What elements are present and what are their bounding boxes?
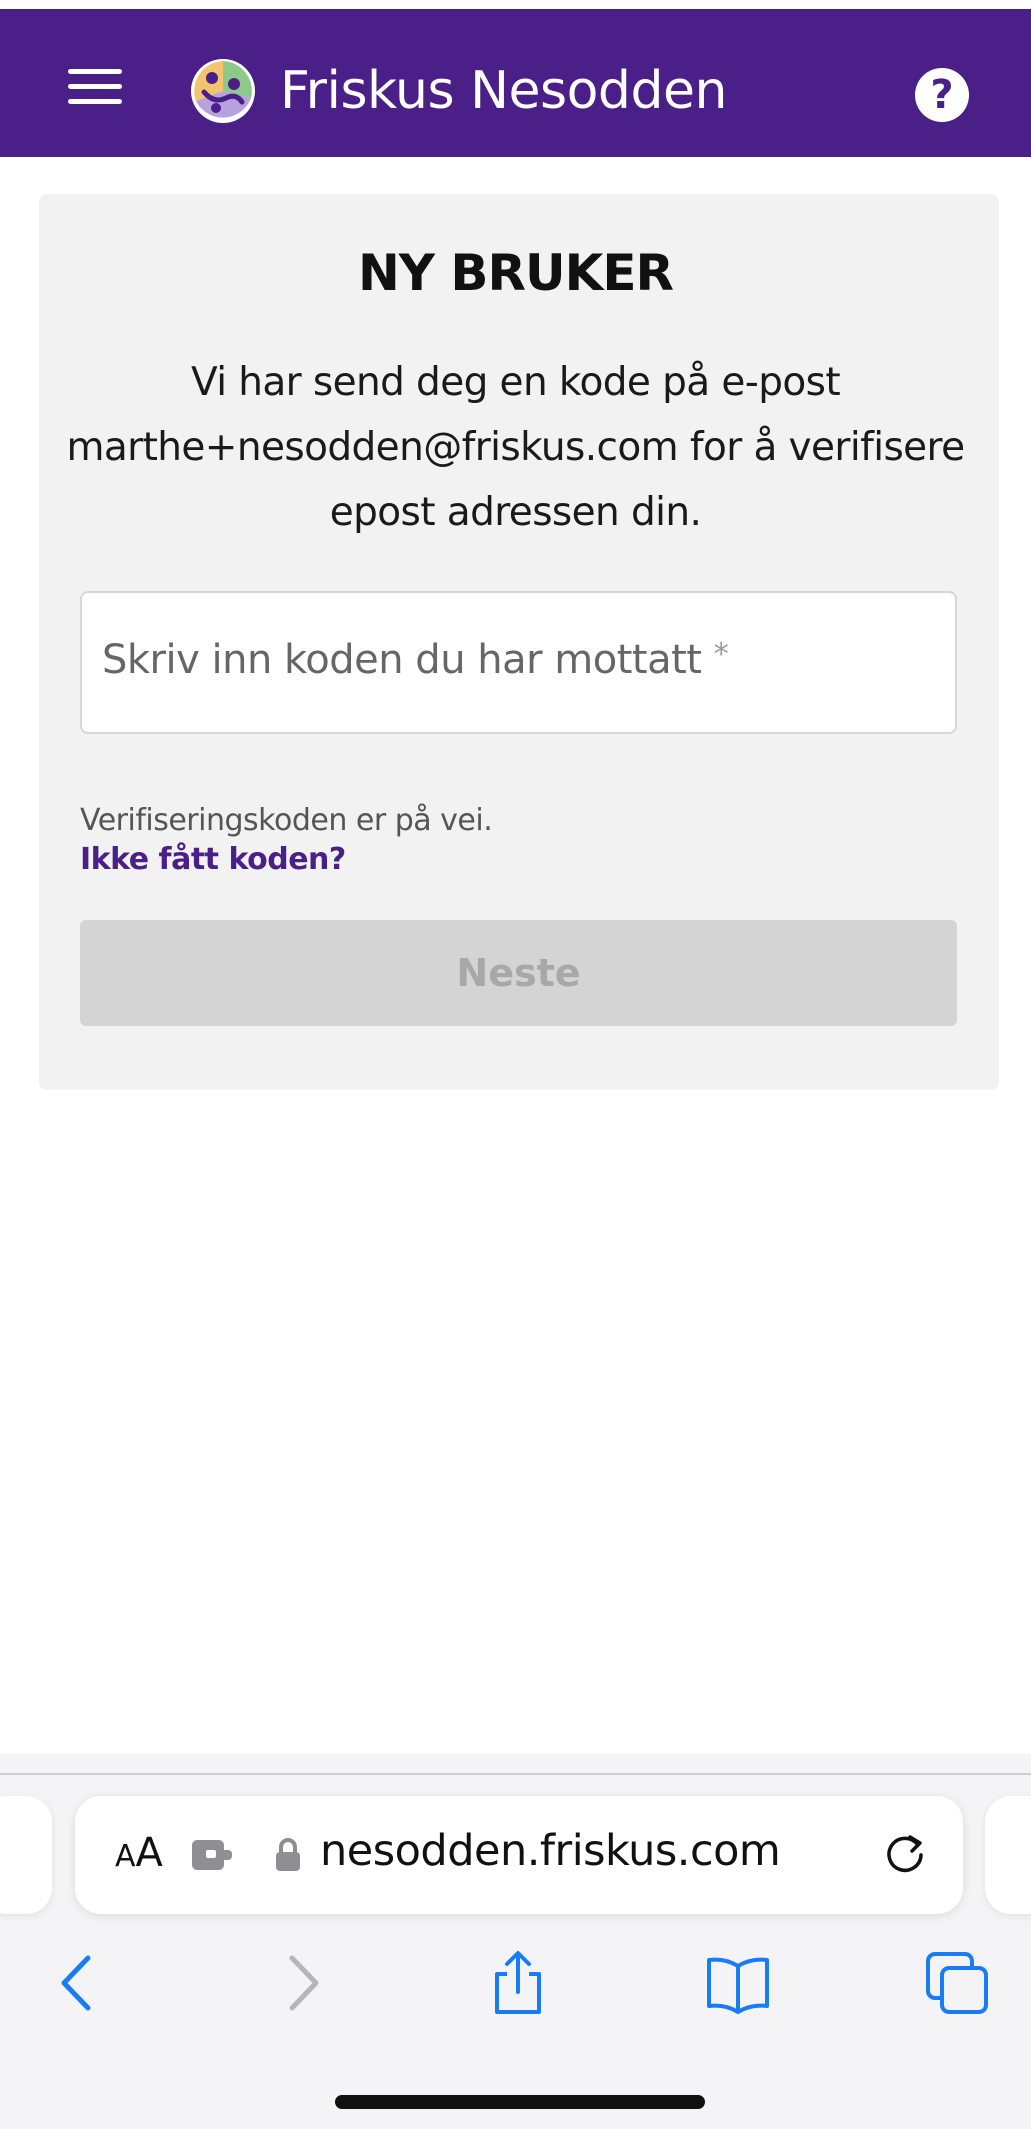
share-icon[interactable] bbox=[483, 1948, 553, 2018]
code-input-placeholder: Skriv inn koden du har mottatt * bbox=[102, 637, 729, 683]
extension-icon[interactable] bbox=[190, 1838, 234, 1872]
help-icon[interactable]: ? bbox=[915, 68, 969, 122]
code-status-text: Verifiseringskoden er på vei. bbox=[80, 803, 493, 838]
hamburger-menu-icon[interactable] bbox=[68, 69, 122, 109]
verification-code-input[interactable]: Skriv inn koden du har mottatt * bbox=[80, 591, 957, 734]
address-bar[interactable]: AA nesodden.friskus.com bbox=[75, 1796, 963, 1914]
brand-name: Friskus Nesodden bbox=[280, 61, 727, 121]
next-button[interactable]: Neste bbox=[80, 920, 957, 1026]
home-indicator bbox=[335, 2095, 705, 2109]
next-tab-pill[interactable] bbox=[985, 1796, 1031, 1914]
friskus-logo-icon bbox=[191, 59, 255, 123]
top-status-strip bbox=[0, 0, 1031, 9]
previous-tab-pill[interactable] bbox=[0, 1796, 52, 1914]
forward-icon[interactable] bbox=[268, 1948, 338, 2018]
page-title: NY BRUKER bbox=[357, 244, 674, 302]
bookmarks-icon[interactable] bbox=[703, 1948, 773, 2018]
required-marker: * bbox=[713, 637, 729, 672]
resend-code-link[interactable]: Ikke fått koden? bbox=[80, 842, 346, 877]
verification-message: Vi har send deg en kode på e-post marthe… bbox=[66, 360, 965, 535]
reload-icon[interactable] bbox=[880, 1829, 930, 1879]
app-header: Friskus Nesodden ? bbox=[0, 9, 1031, 157]
toolbar-divider bbox=[0, 1773, 1031, 1775]
tabs-icon[interactable] bbox=[922, 1948, 992, 2018]
back-icon[interactable] bbox=[42, 1948, 112, 2018]
url-text: nesodden.friskus.com bbox=[320, 1826, 781, 1876]
lock-icon bbox=[276, 1838, 300, 1871]
text-size-button[interactable]: AA bbox=[115, 1830, 163, 1876]
